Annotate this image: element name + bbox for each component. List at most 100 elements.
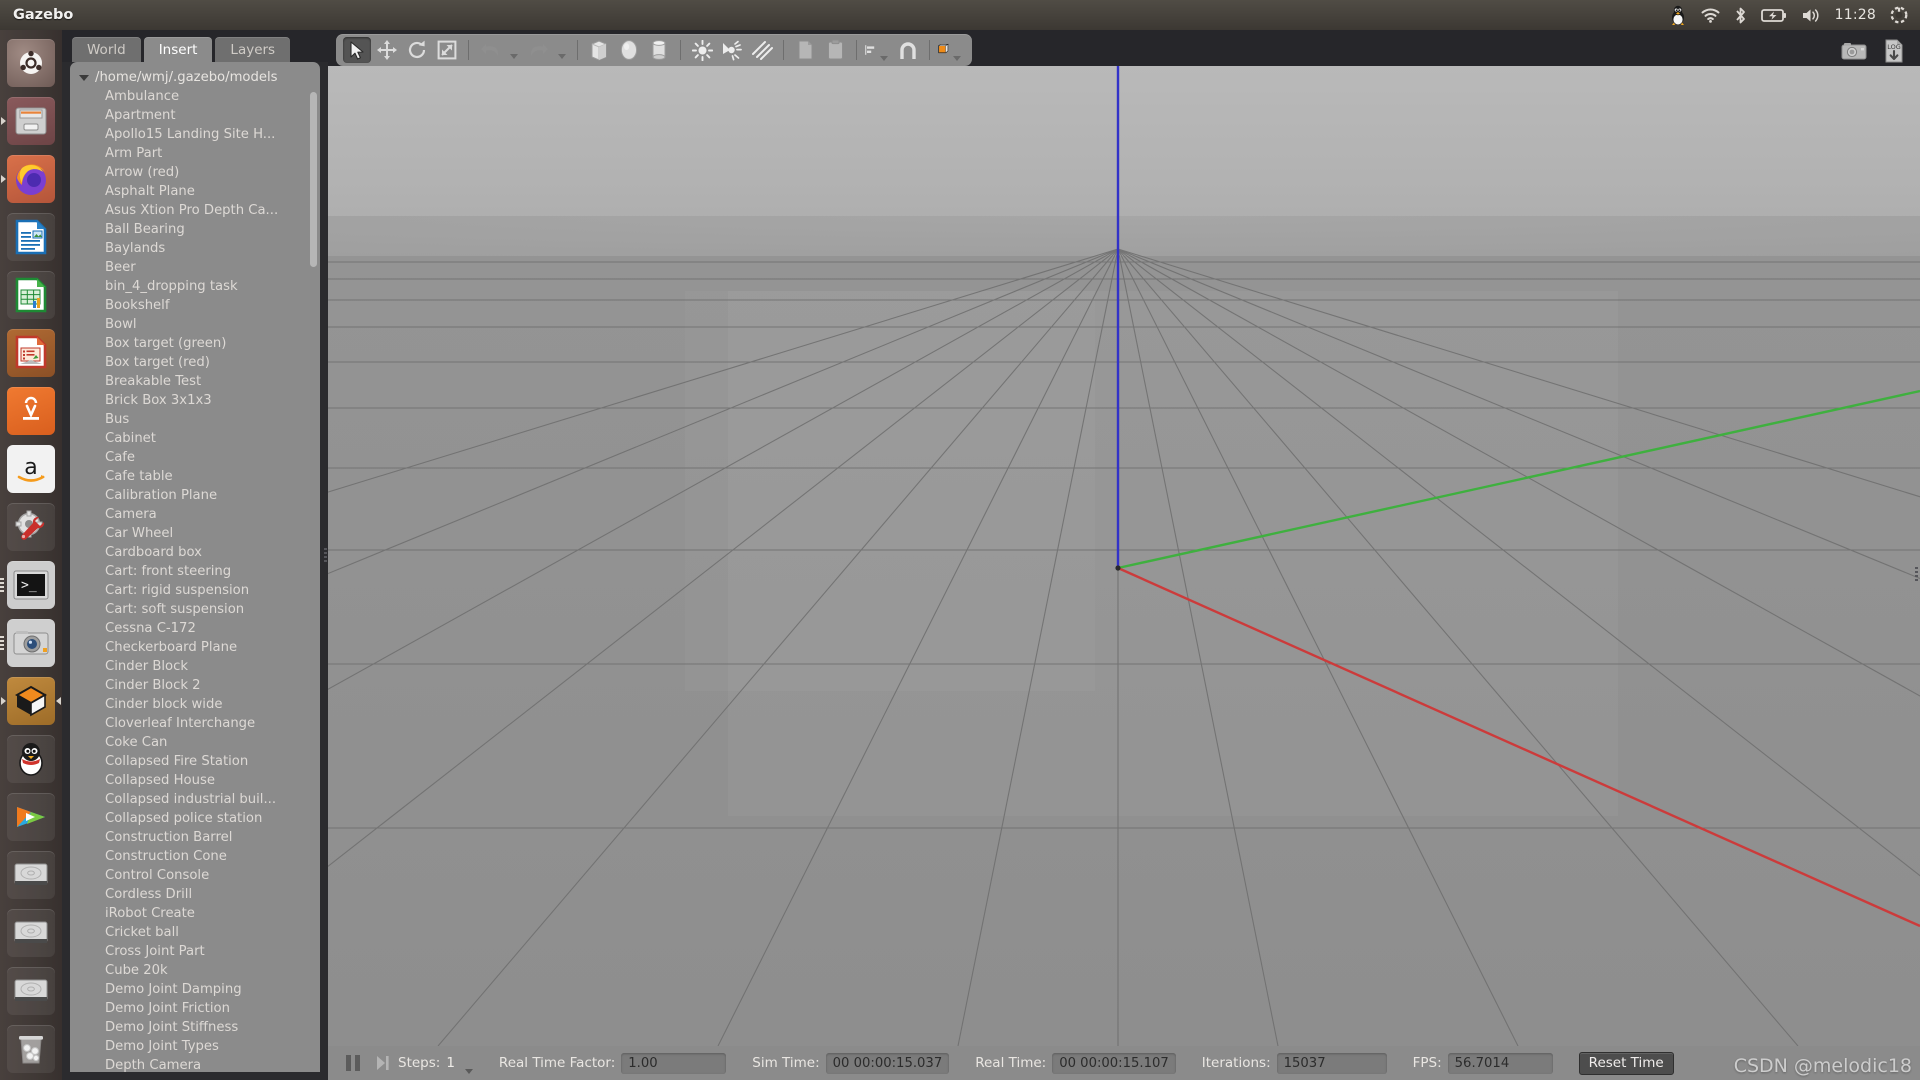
model-list-item[interactable]: Depth Camera xyxy=(70,1056,320,1072)
launcher-item-gazebo[interactable] xyxy=(0,672,62,730)
model-list-item[interactable]: Demo Joint Stiffness xyxy=(70,1018,320,1037)
copy-icon[interactable] xyxy=(791,37,819,63)
launcher-item-system-settings[interactable] xyxy=(0,498,62,556)
model-list-item[interactable]: Cart: soft suspension xyxy=(70,600,320,619)
model-list-item[interactable]: Cart: front steering xyxy=(70,562,320,581)
model-list-item[interactable]: Cross Joint Part xyxy=(70,942,320,961)
view-angle-icon[interactable] xyxy=(937,37,965,63)
model-list-item[interactable]: bin_4_dropping task xyxy=(70,277,320,296)
box-icon[interactable] xyxy=(585,37,613,63)
model-list-item[interactable]: Asus Xtion Pro Depth Ca... xyxy=(70,201,320,220)
model-list-item[interactable]: Demo Joint Types xyxy=(70,1037,320,1056)
model-list-item[interactable]: Collapsed Fire Station xyxy=(70,752,320,771)
model-list-item[interactable]: Collapsed industrial buil... xyxy=(70,790,320,809)
insert-model-tree[interactable]: /home/wmj/.gazebo/models Ambulance Apartm… xyxy=(70,62,320,1072)
launcher-item-disk-2[interactable] xyxy=(0,904,62,962)
point-light-icon[interactable] xyxy=(688,37,716,63)
model-list-item[interactable]: Cabinet xyxy=(70,429,320,448)
model-list[interactable]: Ambulance Apartment Apollo15 Landing Site … xyxy=(70,87,320,1072)
model-list-item[interactable]: Ball Bearing xyxy=(70,220,320,239)
launcher-item-amazon[interactable]: a xyxy=(0,440,62,498)
undo-icon[interactable] xyxy=(476,37,504,63)
launcher-item-libreoffice-writer[interactable] xyxy=(0,208,62,266)
model-list-item[interactable]: Cinder Block xyxy=(70,657,320,676)
model-list-item[interactable]: Camera xyxy=(70,505,320,524)
tree-root-row[interactable]: /home/wmj/.gazebo/models xyxy=(70,68,320,87)
launcher-item-terminal[interactable]: >_ xyxy=(0,556,62,614)
battery-icon[interactable] xyxy=(1760,4,1787,26)
model-list-item[interactable]: Cafe xyxy=(70,448,320,467)
steps-value[interactable]: 1 xyxy=(446,1055,455,1071)
launcher-item-trash[interactable] xyxy=(0,1020,62,1078)
model-list-item[interactable]: Cart: rigid suspension xyxy=(70,581,320,600)
model-list-item[interactable]: Construction Cone xyxy=(70,847,320,866)
launcher-item-firefox[interactable] xyxy=(0,150,62,208)
3d-viewport[interactable] xyxy=(328,66,1920,1046)
tab-insert[interactable]: Insert xyxy=(143,37,213,62)
rotate-mode-icon[interactable] xyxy=(403,37,431,63)
model-list-item[interactable]: Cloverleaf Interchange xyxy=(70,714,320,733)
model-list-item[interactable]: Cardboard box xyxy=(70,543,320,562)
launcher-item-qq[interactable] xyxy=(0,730,62,788)
power-gear-icon[interactable] xyxy=(1890,4,1908,26)
volume-icon[interactable] xyxy=(1801,4,1821,26)
model-list-item[interactable]: Collapsed House xyxy=(70,771,320,790)
model-list-item[interactable]: Coke Can xyxy=(70,733,320,752)
bluetooth-icon[interactable] xyxy=(1734,4,1747,26)
chevron-down-icon[interactable] xyxy=(79,74,89,81)
model-list-item[interactable]: Car Wheel xyxy=(70,524,320,543)
snap-icon[interactable] xyxy=(894,37,922,63)
launcher-item-libreoffice-calc[interactable] xyxy=(0,266,62,324)
model-list-item[interactable]: Box target (red) xyxy=(70,353,320,372)
model-list-item[interactable]: Box target (green) xyxy=(70,334,320,353)
step-forward-icon[interactable] xyxy=(376,1055,390,1071)
clock[interactable]: 11:28 xyxy=(1835,7,1876,23)
model-list-item[interactable]: Cordless Drill xyxy=(70,885,320,904)
model-list-item[interactable]: Apollo15 Landing Site H... xyxy=(70,125,320,144)
reset-time-button[interactable]: Reset Time xyxy=(1578,1051,1674,1075)
linux-tux-icon[interactable] xyxy=(1669,4,1687,26)
model-list-item[interactable]: Cessna C-172 xyxy=(70,619,320,638)
model-list-item[interactable]: Bookshelf xyxy=(70,296,320,315)
model-list-item[interactable]: Breakable Test xyxy=(70,372,320,391)
model-list-item[interactable]: Calibration Plane xyxy=(70,486,320,505)
redo-icon[interactable] xyxy=(524,37,552,63)
scale-mode-icon[interactable] xyxy=(433,37,461,63)
launcher-item-files[interactable] xyxy=(0,92,62,150)
wifi-icon[interactable] xyxy=(1701,4,1720,26)
undo-dropdown-caret-icon[interactable] xyxy=(510,54,518,59)
model-list-item[interactable]: Baylands xyxy=(70,239,320,258)
model-list-item[interactable]: Beer xyxy=(70,258,320,277)
model-list-scrollbar[interactable] xyxy=(310,92,317,267)
model-list-item[interactable]: Arm Part xyxy=(70,144,320,163)
screenshot-icon[interactable] xyxy=(1841,41,1867,61)
translate-mode-icon[interactable] xyxy=(373,37,401,63)
model-list-item[interactable]: Cube 20k xyxy=(70,961,320,980)
redo-dropdown-caret-icon[interactable] xyxy=(558,54,566,59)
view-angle-caret-icon[interactable] xyxy=(953,56,961,61)
model-list-item[interactable]: Asphalt Plane xyxy=(70,182,320,201)
log-record-icon[interactable]: LOG xyxy=(1883,39,1906,63)
model-list-item[interactable]: Construction Barrel xyxy=(70,828,320,847)
select-mode-icon[interactable] xyxy=(343,37,371,63)
right-panel-splitter[interactable] xyxy=(1913,66,1919,1046)
steps-dropdown-caret-icon[interactable] xyxy=(464,1069,473,1074)
directional-light-icon[interactable] xyxy=(748,37,776,63)
model-list-item[interactable]: Cinder block wide xyxy=(70,695,320,714)
model-list-item[interactable]: Ambulance xyxy=(70,87,320,106)
launcher-item-ubuntu-dash[interactable] xyxy=(0,34,62,92)
tab-layers[interactable]: Layers xyxy=(215,37,291,62)
model-list-item[interactable]: Collapsed police station xyxy=(70,809,320,828)
launcher-item-screenshot-camera[interactable] xyxy=(0,614,62,672)
model-list-item[interactable]: Demo Joint Damping xyxy=(70,980,320,999)
model-list-item[interactable]: Checkerboard Plane xyxy=(70,638,320,657)
paste-icon[interactable] xyxy=(821,37,849,63)
launcher-item-media-player[interactable] xyxy=(0,788,62,846)
model-list-item[interactable]: Cinder Block 2 xyxy=(70,676,320,695)
model-list-item[interactable]: iRobot Create xyxy=(70,904,320,923)
model-list-item[interactable]: Bowl xyxy=(70,315,320,334)
align-icon[interactable] xyxy=(864,37,892,63)
sphere-icon[interactable] xyxy=(615,37,643,63)
spot-light-icon[interactable] xyxy=(718,37,746,63)
model-list-item[interactable]: Cafe table xyxy=(70,467,320,486)
